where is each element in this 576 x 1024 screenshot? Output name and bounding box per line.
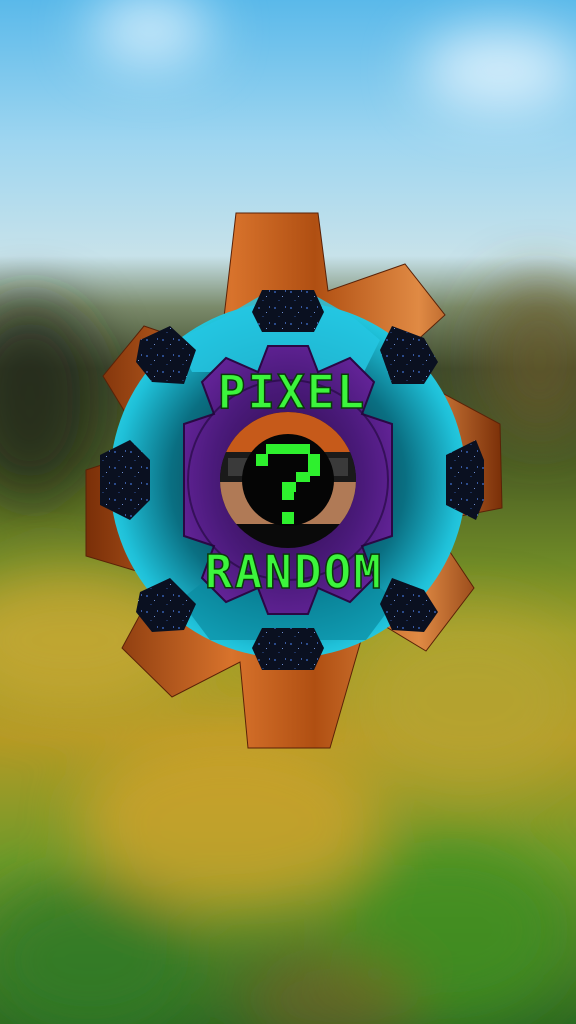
question-mark-icon — [220, 412, 356, 548]
logo-bottom-text: RANDOM — [205, 545, 383, 599]
splash-screen: PIXEL RANDOM — [0, 0, 576, 1024]
pixel-random-logo: PIXEL RANDOM — [85, 212, 503, 749]
logo-top-text: PIXEL — [218, 365, 366, 419]
